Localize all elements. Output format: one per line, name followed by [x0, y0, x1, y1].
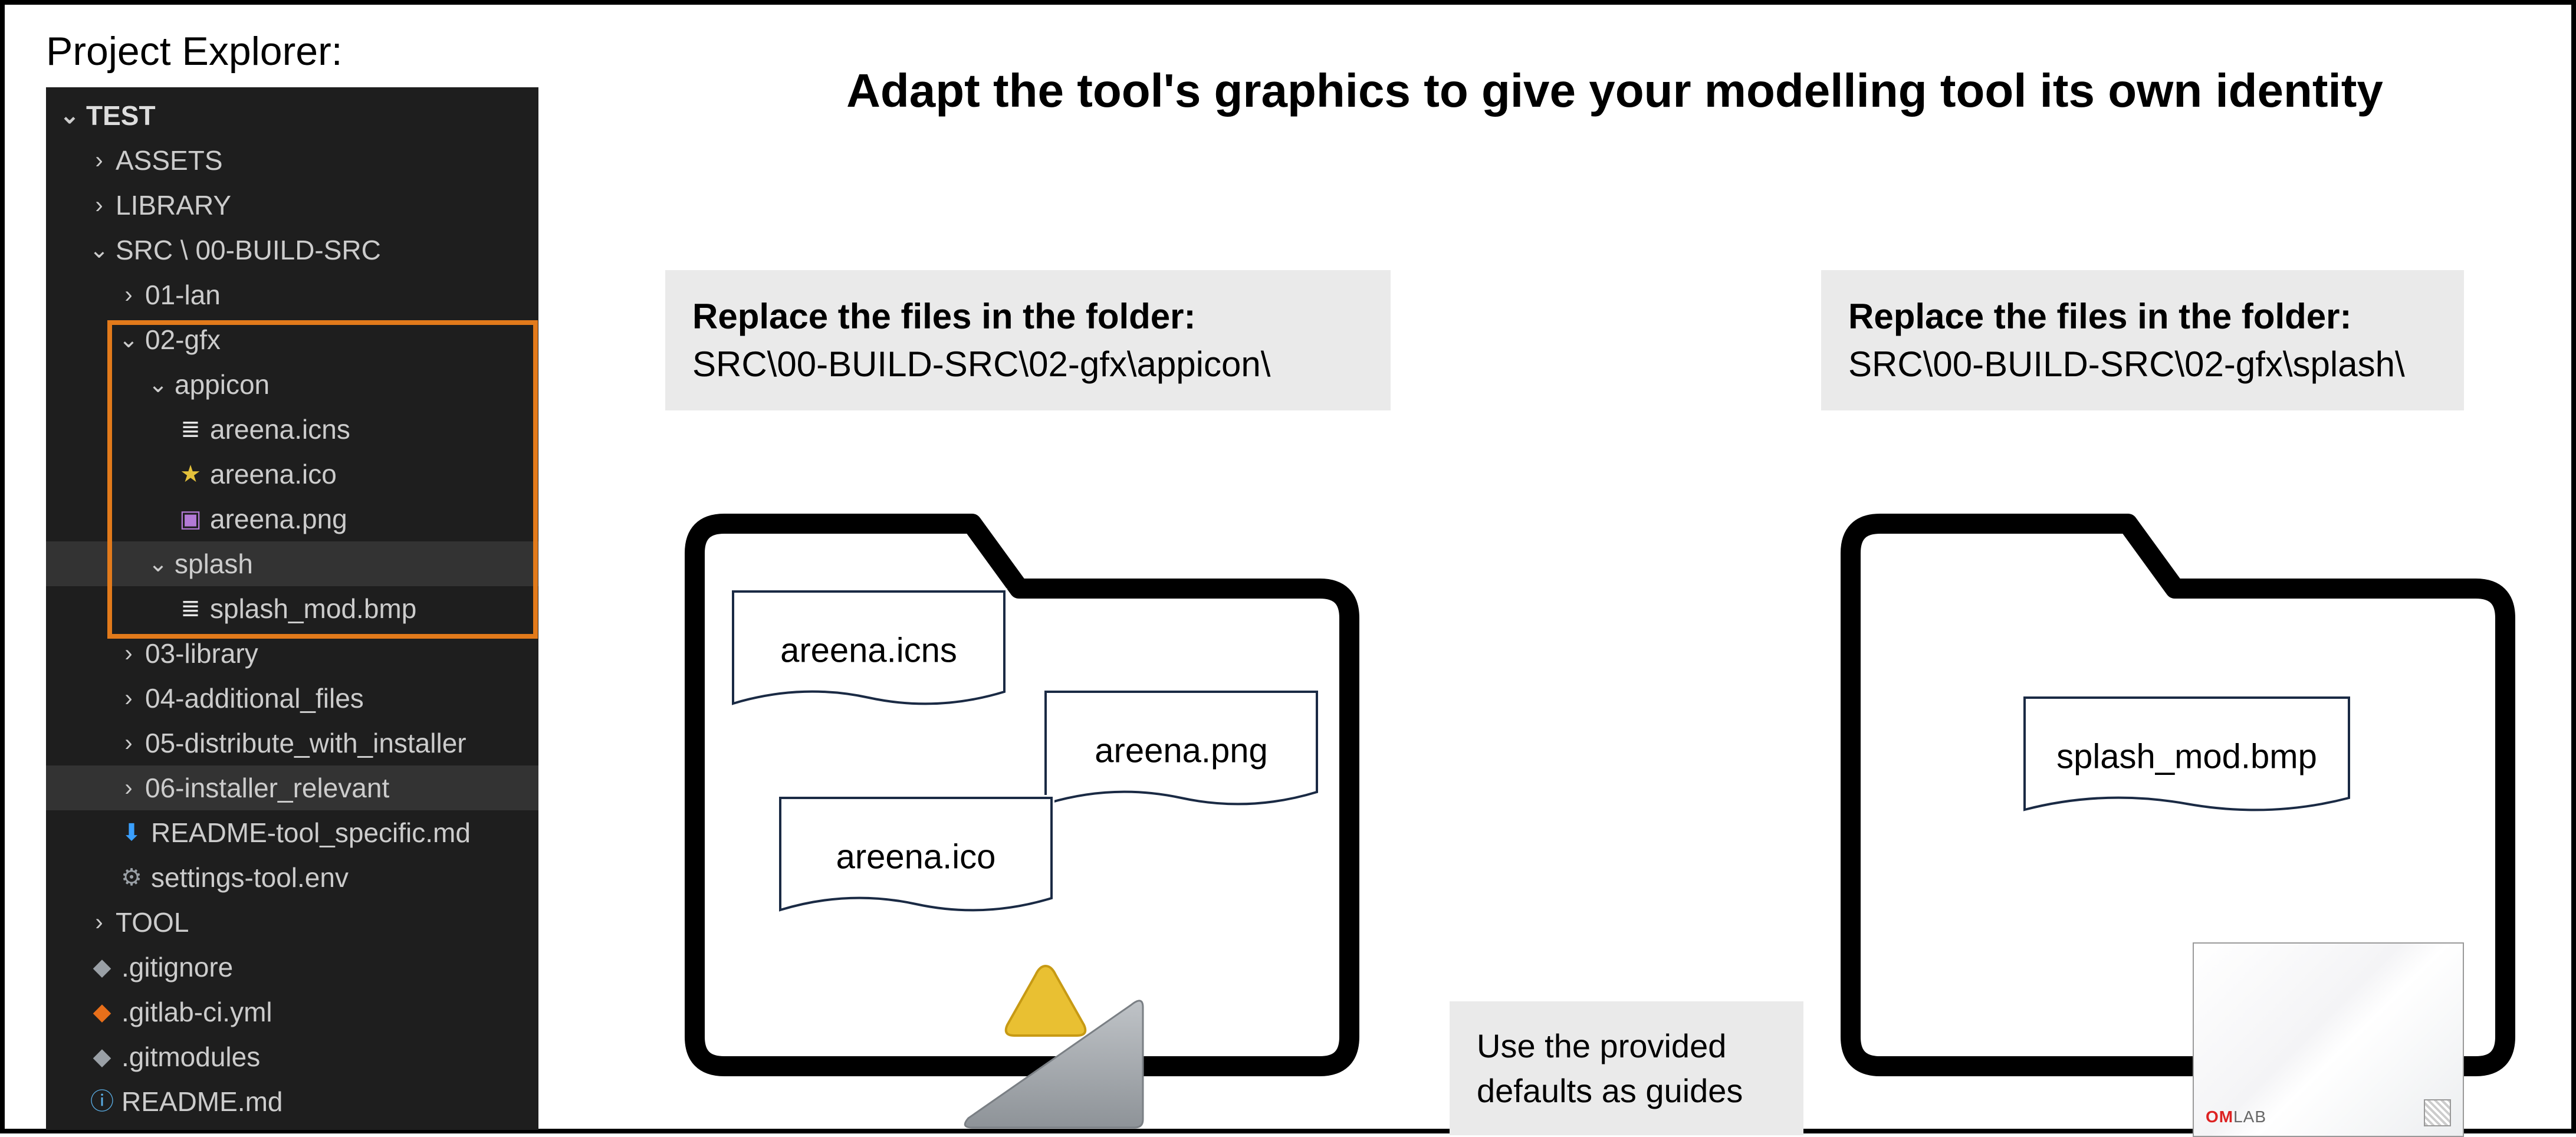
file-icon: ≣	[176, 418, 205, 441]
tree-item-gitignore[interactable]: ◆ .gitignore	[46, 945, 538, 990]
tree-item-readme[interactable]: ⓘ README.md	[46, 1079, 538, 1124]
brand-square-icon	[2424, 1099, 2451, 1126]
diamond-icon: ◆	[87, 955, 117, 979]
tree-item-label: .gitlab-ci.yml	[117, 998, 272, 1026]
file-card-ico: areena.ico	[777, 795, 1054, 919]
instruction-box-appicon: Replace the files in the folder: SRC\00-…	[665, 270, 1391, 410]
file-label: areena.ico	[777, 837, 1054, 877]
tree-item-label: ASSETS	[111, 147, 223, 174]
tree-item-label: 05-distribute_with_installer	[140, 729, 466, 757]
tree-item-gitmodules[interactable]: ◆ .gitmodules	[46, 1034, 538, 1079]
file-card-icns: areena.icns	[730, 589, 1007, 712]
tree-item-04-additional[interactable]: › 04-additional_files	[46, 676, 538, 721]
tree-item-02-gfx[interactable]: ⌄ 02-gfx	[46, 317, 538, 362]
tree-item-settings-env[interactable]: ⚙ settings-tool.env	[46, 855, 538, 900]
tree-item-splash[interactable]: ⌄ splash	[46, 541, 538, 586]
tree-item-label: .gitignore	[117, 954, 233, 981]
tree-item-label: areena.png	[205, 505, 347, 533]
brand-lab: LAB	[2233, 1108, 2266, 1126]
tree-item-06-installer[interactable]: › 06-installer_relevant	[46, 765, 538, 810]
tree-item-01-lan[interactable]: › 01-lan	[46, 272, 538, 317]
instruction-path: SRC\00-BUILD-SRC\02-gfx\splash\	[1848, 340, 2437, 388]
hint-box: Use the provided defaults as guides	[1450, 1001, 1803, 1135]
image-icon: ▣	[176, 507, 205, 531]
tree-item-label: 04-additional_files	[140, 685, 364, 712]
page: Project Explorer: ⌄ TEST › ASSETS › LIBR…	[0, 0, 2576, 1133]
file-card-png: areena.png	[1043, 689, 1320, 813]
tree-item-label: TOOL	[111, 909, 189, 936]
tree-item-tool[interactable]: › TOOL	[46, 900, 538, 945]
chevron-right-icon: ›	[117, 686, 140, 710]
tree-item-label: 03-library	[140, 640, 258, 667]
chevron-down-icon: ⌄	[146, 373, 170, 396]
instruction-heading: Replace the files in the folder:	[692, 293, 1363, 340]
gear-icon: ⚙	[117, 866, 146, 889]
diamond-icon: ◆	[87, 1045, 117, 1069]
instruction-box-splash: Replace the files in the folder: SRC\00-…	[1821, 270, 2464, 410]
tree-item-05-distribute[interactable]: › 05-distribute_with_installer	[46, 721, 538, 765]
file-label: areena.png	[1043, 731, 1320, 771]
tree-item-label: README-tool_specific.md	[146, 819, 471, 846]
chevron-down-icon: ⌄	[146, 552, 170, 576]
tree-item-label: splash_mod.bmp	[205, 595, 416, 622]
tree-item-label: areena.ico	[205, 461, 337, 488]
project-explorer: ⌄ TEST › ASSETS › LIBRARY ⌄ SRC \ 00-BUI…	[46, 87, 538, 1130]
tree-item-label: 06-installer_relevant	[140, 774, 389, 801]
hint-text: Use the provided defaults as guides	[1477, 1027, 1743, 1109]
tree-item-label: 02-gfx	[140, 326, 221, 353]
chevron-right-icon: ›	[117, 776, 140, 800]
tree-item-areena-ico[interactable]: ★ areena.ico	[46, 452, 538, 497]
tree-item-label: 01-lan	[140, 281, 221, 308]
chevron-right-icon: ›	[117, 283, 140, 307]
tree-item-label: LIBRARY	[111, 192, 231, 219]
tree-item-splash-bmp[interactable]: ≣ splash_mod.bmp	[46, 586, 538, 631]
download-icon: ⬇	[117, 821, 146, 844]
tree-item-label: appicon	[170, 371, 270, 398]
tree-item-appicon[interactable]: ⌄ appicon	[46, 362, 538, 407]
tree-item-library[interactable]: › LIBRARY	[46, 183, 538, 228]
triangle-grey-icon	[954, 995, 1155, 1131]
chevron-right-icon: ›	[117, 731, 140, 755]
chevron-down-icon: ⌄	[87, 238, 111, 262]
tree-item-areena-png[interactable]: ▣ areena.png	[46, 497, 538, 541]
info-icon: ⓘ	[87, 1090, 117, 1113]
page-title: Adapt the tool's graphics to give your m…	[760, 64, 2470, 118]
tree-item-label: SRC \ 00-BUILD-SRC	[111, 236, 381, 264]
chevron-right-icon: ›	[87, 911, 111, 934]
splash-thumbnail: OMLAB	[2193, 942, 2464, 1137]
file-icon: ≣	[176, 597, 205, 620]
file-label: splash_mod.bmp	[2022, 737, 2352, 777]
tree-root[interactable]: ⌄ TEST	[46, 93, 538, 138]
file-card-splash-bmp: splash_mod.bmp	[2022, 695, 2352, 819]
brand-om: OM	[2206, 1108, 2233, 1126]
star-icon: ★	[176, 462, 205, 486]
tree-item-label: README.md	[117, 1088, 282, 1115]
tree-item-areena-icns[interactable]: ≣ areena.icns	[46, 407, 538, 452]
gitlab-icon: ◆	[87, 1000, 117, 1024]
chevron-right-icon: ›	[87, 193, 111, 217]
file-label: areena.icns	[730, 631, 1007, 671]
chevron-right-icon: ›	[87, 149, 111, 172]
tree-item-assets[interactable]: › ASSETS	[46, 138, 538, 183]
brand-logo: OMLAB	[2206, 1108, 2266, 1126]
explorer-label: Project Explorer:	[46, 28, 343, 74]
tree-item-readme-tool[interactable]: ⬇ README-tool_specific.md	[46, 810, 538, 855]
tree-item-label: areena.icns	[205, 416, 350, 443]
tree-item-gitlab-ci[interactable]: ◆ .gitlab-ci.yml	[46, 990, 538, 1034]
instruction-path: SRC\00-BUILD-SRC\02-gfx\appicon\	[692, 340, 1363, 388]
tree-item-label: .gitmodules	[117, 1043, 260, 1070]
tree-item-label: splash	[170, 550, 253, 577]
tree-item-label: settings-tool.env	[146, 864, 349, 891]
instruction-heading: Replace the files in the folder:	[1848, 293, 2437, 340]
tree-item-03-library[interactable]: › 03-library	[46, 631, 538, 676]
tree-item-label: TEST	[81, 102, 156, 129]
chevron-down-icon: ⌄	[117, 328, 140, 351]
chevron-right-icon: ›	[117, 642, 140, 665]
chevron-down-icon: ⌄	[58, 104, 81, 127]
tree-item-src[interactable]: ⌄ SRC \ 00-BUILD-SRC	[46, 228, 538, 272]
